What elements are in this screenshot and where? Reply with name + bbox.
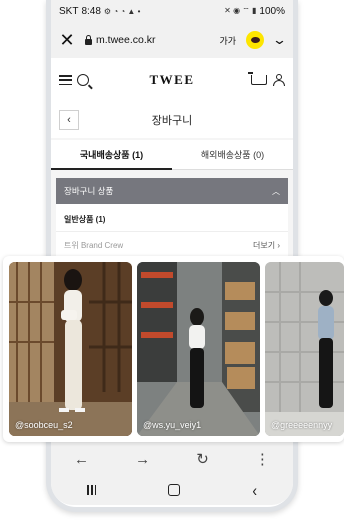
cart-section-header[interactable]: 장바구니 상품 ︿ [56,178,288,204]
brand-row: 트위 Brand Crew 더보기 › [56,232,288,259]
status-bar: SKT 8:48 ⚙ ◔ ◔ ▲ • ✕ ◉ ⌔ ▮ 100% [51,0,293,22]
address-bar[interactable]: m.twee.co.kr [85,34,156,46]
chevron-down-icon[interactable]: ⌄ [272,32,287,48]
photo-image [137,262,260,436]
photo-carousel: @soobceu_s2 @ws.yu_veiy1 @greeeeennyy [3,256,344,442]
kakao-icon[interactable] [246,31,265,49]
user-icon[interactable] [273,74,285,86]
forward-arrow-icon[interactable]: → [135,451,150,468]
signal-icons: ✕ ◉ ⌔ ▮ [224,6,257,15]
browser-toolbar: ✕ m.twee.co.kr 가가 ⌄ [51,22,293,58]
photo-handle: @ws.yu_veiy1 [143,420,202,430]
notification-icons: ⚙ ◔ ◔ ▲ • [103,6,141,16]
translate-button[interactable]: 가가 [220,34,237,47]
more-link[interactable]: 더보기 › [253,240,280,251]
system-back-icon[interactable]: ‹ [252,480,257,499]
close-icon[interactable]: ✕ [59,31,75,49]
tab-overseas[interactable]: 해외배송상품 (0) [172,140,293,170]
photo-image [9,262,132,436]
lock-icon [85,34,92,45]
brand-name[interactable]: 트위 Brand Crew [64,240,123,251]
refresh-icon[interactable]: ↻ [196,450,209,468]
photo-card[interactable]: @greeeeennyy [265,262,344,436]
chevron-up-icon[interactable]: ︿ [272,186,280,197]
shipping-tabs: 국내배송상품 (1) 해외배송상품 (0) [51,140,293,170]
back-arrow-icon[interactable]: ← [74,451,89,468]
home-icon[interactable] [168,484,181,496]
cart-section-title: 장바구니 상품 [64,186,114,196]
photo-image [265,262,344,436]
time-text: 8:48 [81,5,101,17]
page-title-row: ‹ 장바구니 [51,102,293,138]
carrier-text: SKT [59,5,79,17]
more-vert-icon[interactable]: ⋮ [255,450,270,468]
site-header: TWEE [51,58,293,102]
page-title: 장바구니 [151,115,193,127]
cart-icon[interactable] [248,72,267,85]
photo-handle: @soobceu_s2 [15,420,73,430]
photo-card[interactable]: @soobceu_s2 [9,262,132,436]
url-text: m.twee.co.kr [96,34,156,46]
recents-icon[interactable] [86,485,97,495]
photo-handle: @greeeeennyy [271,420,333,430]
tab-domestic[interactable]: 국내배송상품 (1) [51,140,172,170]
battery-text: 100% [259,5,285,17]
group-label: 일반상품 (1) [56,204,288,232]
back-button[interactable]: ‹ [59,110,79,130]
photo-card[interactable]: @ws.yu_veiy1 [137,262,260,436]
system-nav-bar: ‹ [51,474,293,505]
browser-nav-bar: ← → ↻ ⋮ [51,444,293,474]
